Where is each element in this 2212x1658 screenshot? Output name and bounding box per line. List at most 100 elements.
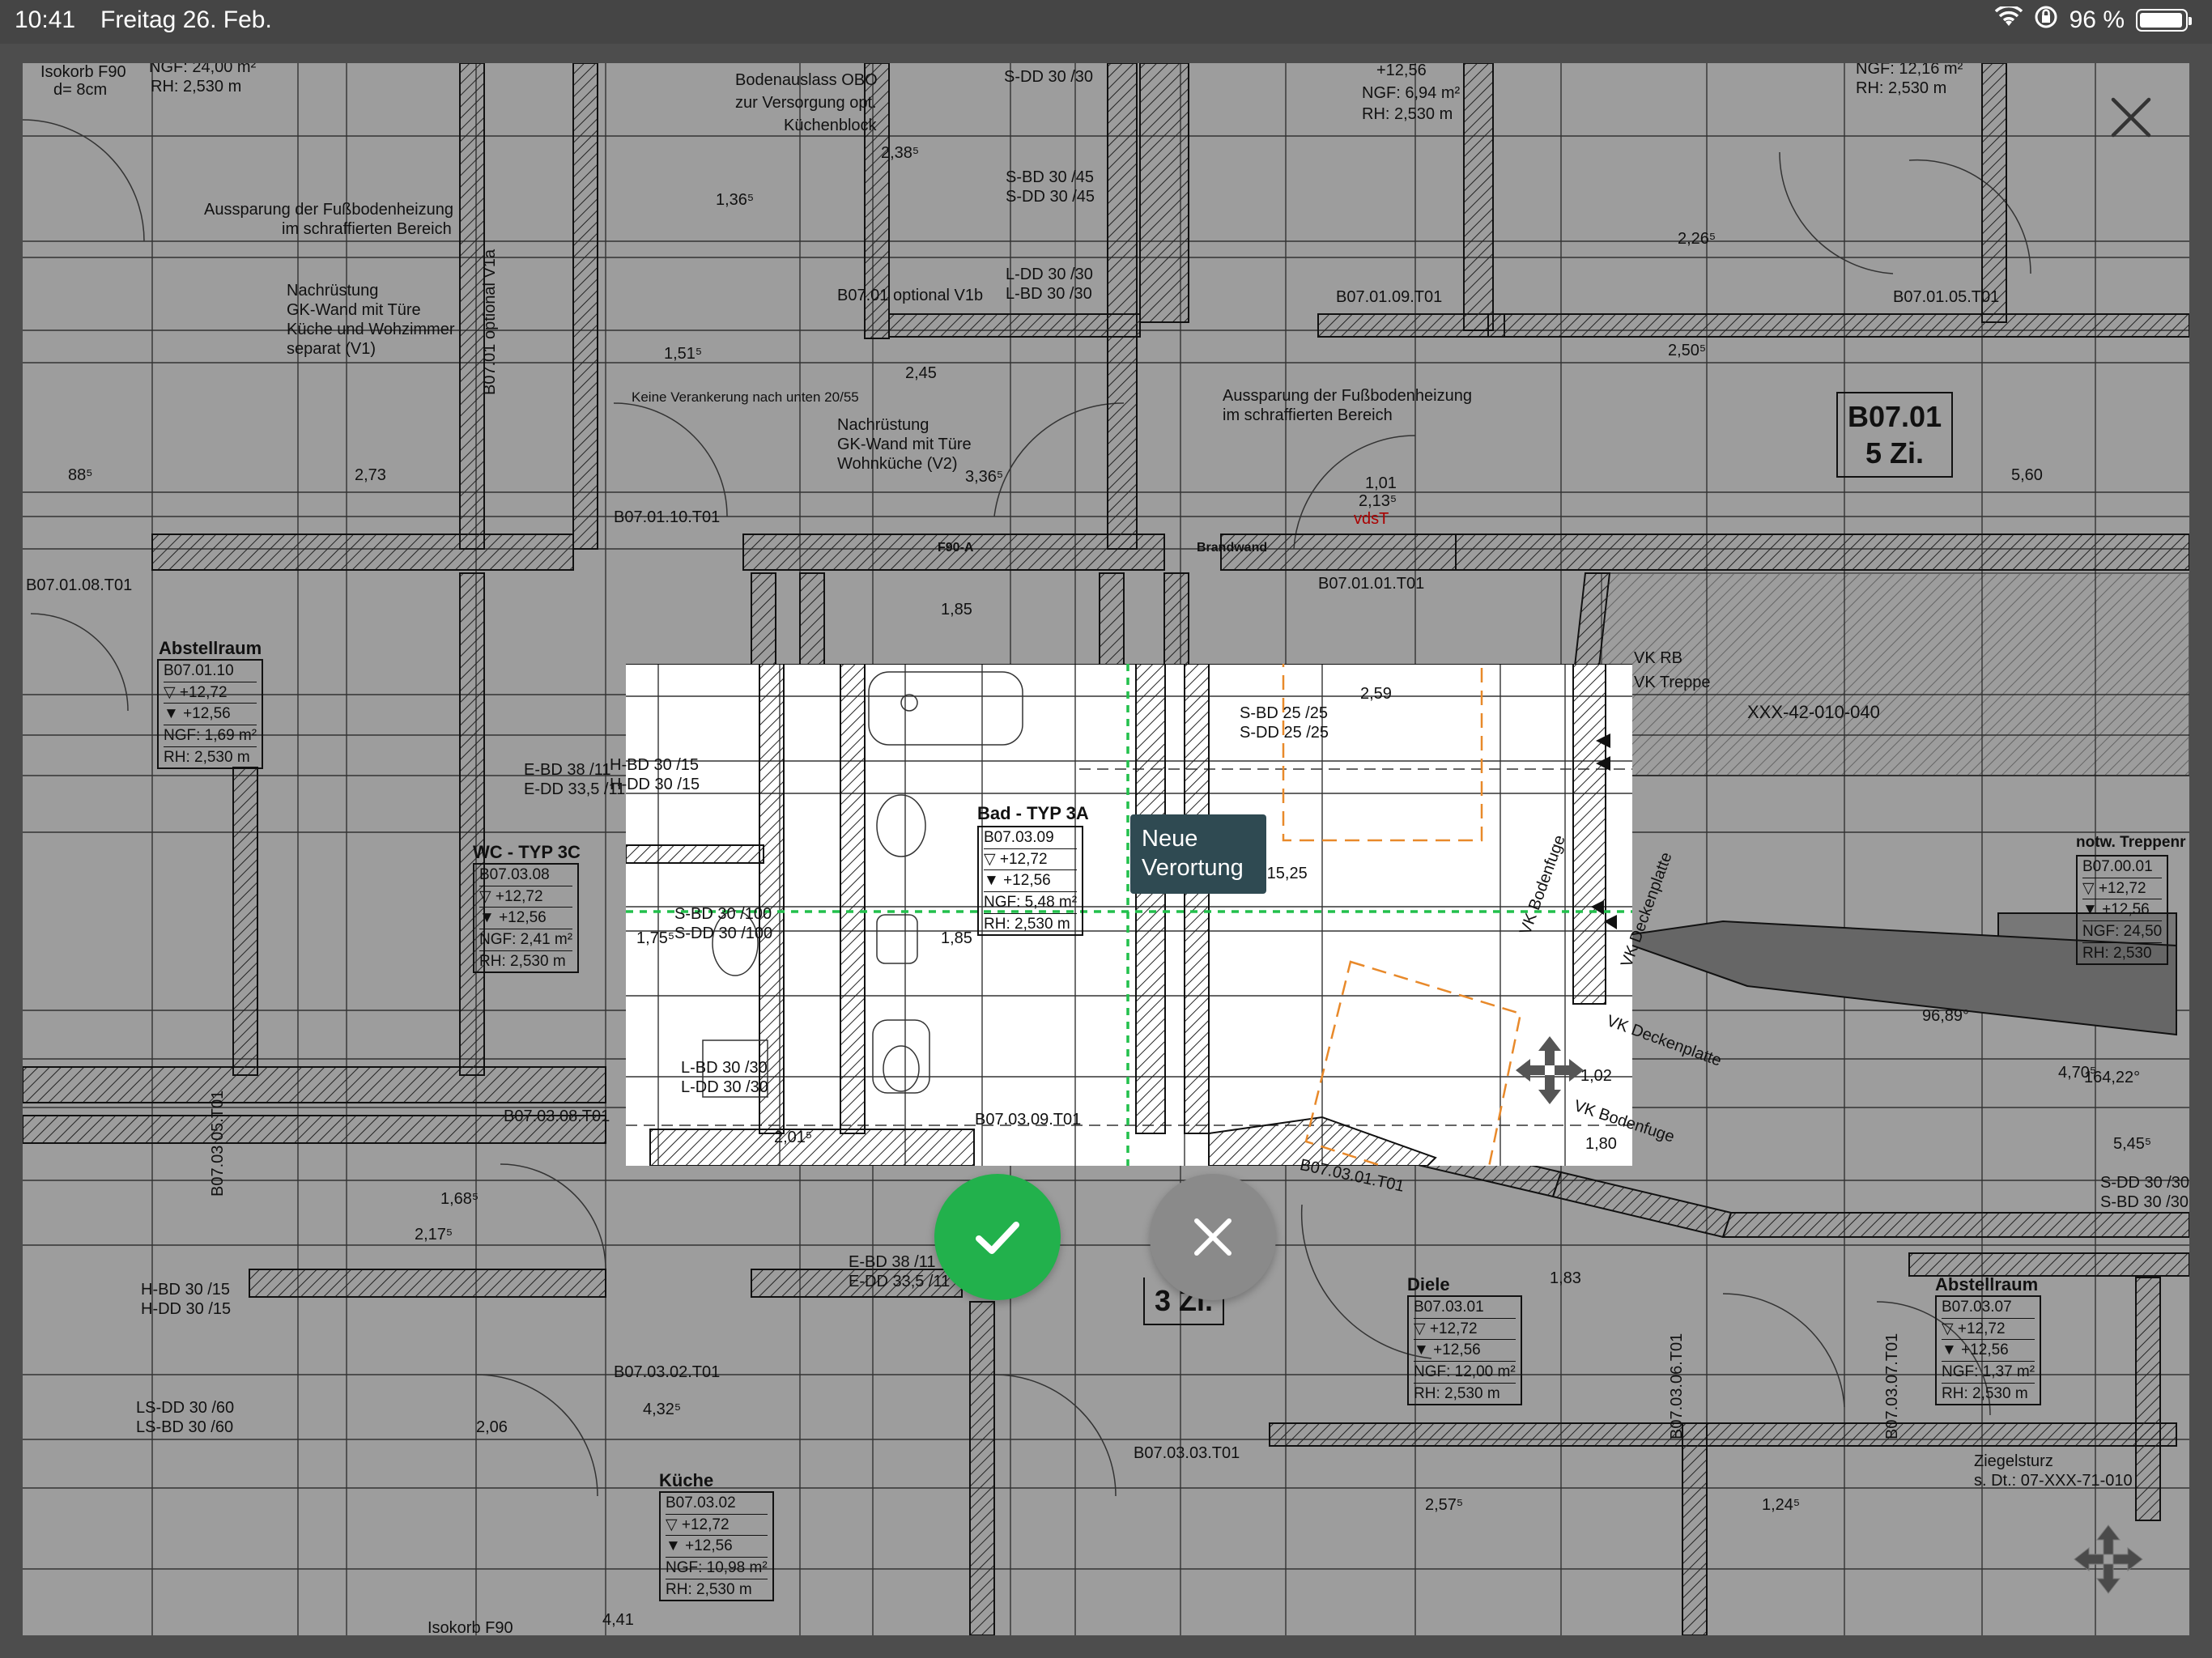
move-arrows-icon[interactable] [1511, 1031, 1589, 1109]
plan-label: S-BD 30 /45 [1006, 168, 1094, 186]
room-height: RH: 2,530 m [1942, 1382, 2035, 1405]
floor-plan-view[interactable]: Isokorb F90 d= 8cm NGF: 24,00 m² RH: 2,5… [23, 63, 2189, 1635]
dimension-label: 2,73 [355, 466, 386, 484]
room-area: NGF: 1,37 m² [1942, 1360, 2035, 1383]
room-height: RH: 2,530 m [1414, 1382, 1516, 1405]
plan-label: H-DD 30 /15 [141, 1300, 232, 1318]
room-info-box: B07.03.08 ▽ +12,72 ▼ +12,56 NGF: 2,41 m²… [473, 863, 580, 974]
room-height: RH: 2,530 m [479, 950, 573, 972]
plan-label: Keine Verankerung nach unten 20/55 [632, 389, 859, 405]
status-date: Freitag 26. Feb. [100, 6, 272, 33]
room-id: B07.01.10 [164, 662, 234, 679]
room-area: NGF: 24,50 [2082, 920, 2163, 942]
dimension-label: 1,85 [941, 601, 972, 619]
dimension-label: 5,60 [2011, 466, 2043, 484]
cancel-button[interactable] [1150, 1174, 1276, 1300]
plan-label: S-DD 25 /25 [1240, 724, 1329, 742]
room-info-box: B07.03.01 ▽ +12,72 ▼ +12,56 NGF: 12,00 m… [1407, 1295, 1522, 1406]
plan-label: Isokorb F90 [428, 1619, 513, 1635]
close-button[interactable] [2107, 93, 2155, 142]
dimension-label: 2,01⁵ [774, 1129, 813, 1146]
apartment-id: B07.01 [1848, 400, 1942, 433]
plan-label: E-BD 38 /11 [849, 1253, 936, 1271]
room-area: NGF: 2,41 m² [479, 928, 573, 950]
confirm-button[interactable] [934, 1174, 1061, 1300]
plan-label: Aussparung der Fußbodenheizung [1223, 387, 1472, 405]
move-arrows-icon[interactable] [2069, 1520, 2147, 1598]
room-level-top: ▽ +12,72 [1942, 1317, 2035, 1340]
plan-label: vdsT [1354, 510, 1389, 528]
dimension-label: 4,70⁵ [2058, 1064, 2097, 1082]
room-area: NGF: 5,48 m² [984, 891, 1078, 913]
plan-label: L-DD 30 /30 [1006, 266, 1093, 283]
room-id: B07.03.09 [984, 829, 1054, 846]
plan-label: B07.03.07.T01 [1883, 1333, 1901, 1439]
dimension-label: 1,68⁵ [440, 1190, 479, 1208]
plan-label: Aussparung der Fußbodenheizung [204, 201, 453, 219]
plan-label: RH: 2,530 m [151, 78, 242, 96]
plan-label: E-DD 33,5 /11 [849, 1273, 951, 1290]
plan-label: B07.01.08.T01 [26, 576, 133, 594]
room-info-box: B07.00.01 ▽ +12,72 ▼ +12,56 NGF: 24,50 R… [2076, 855, 2169, 966]
room-level-top: ▽ +12,72 [666, 1513, 768, 1536]
plan-label: im schraffierten Bereich [282, 220, 452, 238]
apartment-label: B07.01 5 Zi. [1836, 392, 1954, 478]
room-level-floor: ▼ +12,56 [666, 1535, 768, 1557]
plan-label: Ziegelsturz [1974, 1452, 2053, 1470]
room-height: RH: 2,530 m [164, 746, 257, 768]
room-level-top: ▽ +12,72 [1414, 1317, 1516, 1340]
dimension-label: 1,51⁵ [664, 345, 703, 363]
plan-label: B07.03.09.T01 [975, 1111, 1082, 1129]
room-level-floor: ▼ +12,56 [984, 869, 1078, 891]
dimension-label: 2,57⁵ [1425, 1496, 1464, 1514]
plan-label: B07.01.01.T01 [1318, 575, 1425, 593]
room-level-floor: ▼ +12,56 [1414, 1339, 1516, 1361]
room-area: NGF: 12,00 m² [1414, 1360, 1516, 1383]
dimension-label: 2,50⁵ [1668, 342, 1707, 359]
plan-label: Nachrüstung [287, 282, 379, 300]
plan-label: B07.01 optional V1a [481, 249, 499, 395]
dimension-label: 2,59 [1360, 685, 1392, 703]
plan-label: S-BD 30 /30 [2100, 1193, 2189, 1211]
dimension-label: 5,45⁵ [2113, 1135, 2152, 1153]
dimension-label: 2,17⁵ [415, 1226, 453, 1244]
plan-label: XXX-42-010-040 [1747, 702, 1880, 722]
plan-label: B07.03.08.T01 [504, 1107, 610, 1125]
plan-label: Küchenblock [784, 117, 877, 134]
room-level-floor: ▼ +12,56 [1942, 1339, 2035, 1361]
dimension-label: 1,01 [1365, 474, 1397, 492]
plan-label: S-DD 30 /100 [674, 925, 773, 942]
room-title: notw. Treppenr [2076, 834, 2186, 851]
plan-label: +12,56 [1376, 63, 1427, 79]
room-height: RH: 2,530 m [666, 1578, 768, 1601]
room-height: RH: 2,530 m [984, 912, 1078, 935]
room-info-box: B07.01.10 ▽ +12,72 ▼ +12,56 NGF: 1,69 m²… [157, 659, 264, 770]
plan-label: B07.01.09.T01 [1336, 288, 1443, 306]
plan-label: d= 8cm [53, 81, 108, 99]
plan-label: Wohnküche (V2) [837, 455, 958, 473]
selection-drawing [626, 664, 1632, 1166]
room-level-floor: ▼ +12,56 [2082, 899, 2163, 920]
dimension-label: 4,32⁵ [643, 1401, 682, 1418]
selection-area[interactable]: S-BD 25 /25 S-DD 25 /25 E-BD 38 /11 E-DD… [524, 664, 1724, 1166]
dimension-label: 2,26⁵ [1678, 230, 1716, 248]
dimension-label: 1,85 [941, 929, 972, 947]
plan-label: RH: 2,530 m [1362, 105, 1453, 123]
plan-label: LS-DD 30 /60 [136, 1399, 235, 1417]
plan-label: separat (V1) [287, 340, 376, 358]
plan-label: B07.01 optional V1b [837, 287, 984, 304]
status-indicators: 96 % [1994, 4, 2192, 36]
room-id: B07.03.01 [1414, 1299, 1484, 1316]
plan-label: B07.03.03.T01 [1134, 1444, 1240, 1462]
room-title: Diele [1407, 1274, 1450, 1295]
plan-label: 96,89° [1922, 1007, 1970, 1025]
plan-label: S-DD 30 /30 [1004, 68, 1094, 86]
dimension-label: 1,80 [1585, 1135, 1617, 1153]
room-level-top: ▽ +12,72 [164, 681, 257, 704]
dimension-label: 2,38⁵ [881, 144, 920, 162]
room-title: Abstellraum [1935, 1274, 2039, 1295]
plan-label: NGF: 6,94 m² [1362, 84, 1461, 102]
room-id: B07.00.01 [2082, 858, 2153, 875]
plan-label: B07.01.05.T01 [1893, 288, 2000, 306]
room-level-floor: ▼ +12,56 [164, 703, 257, 725]
